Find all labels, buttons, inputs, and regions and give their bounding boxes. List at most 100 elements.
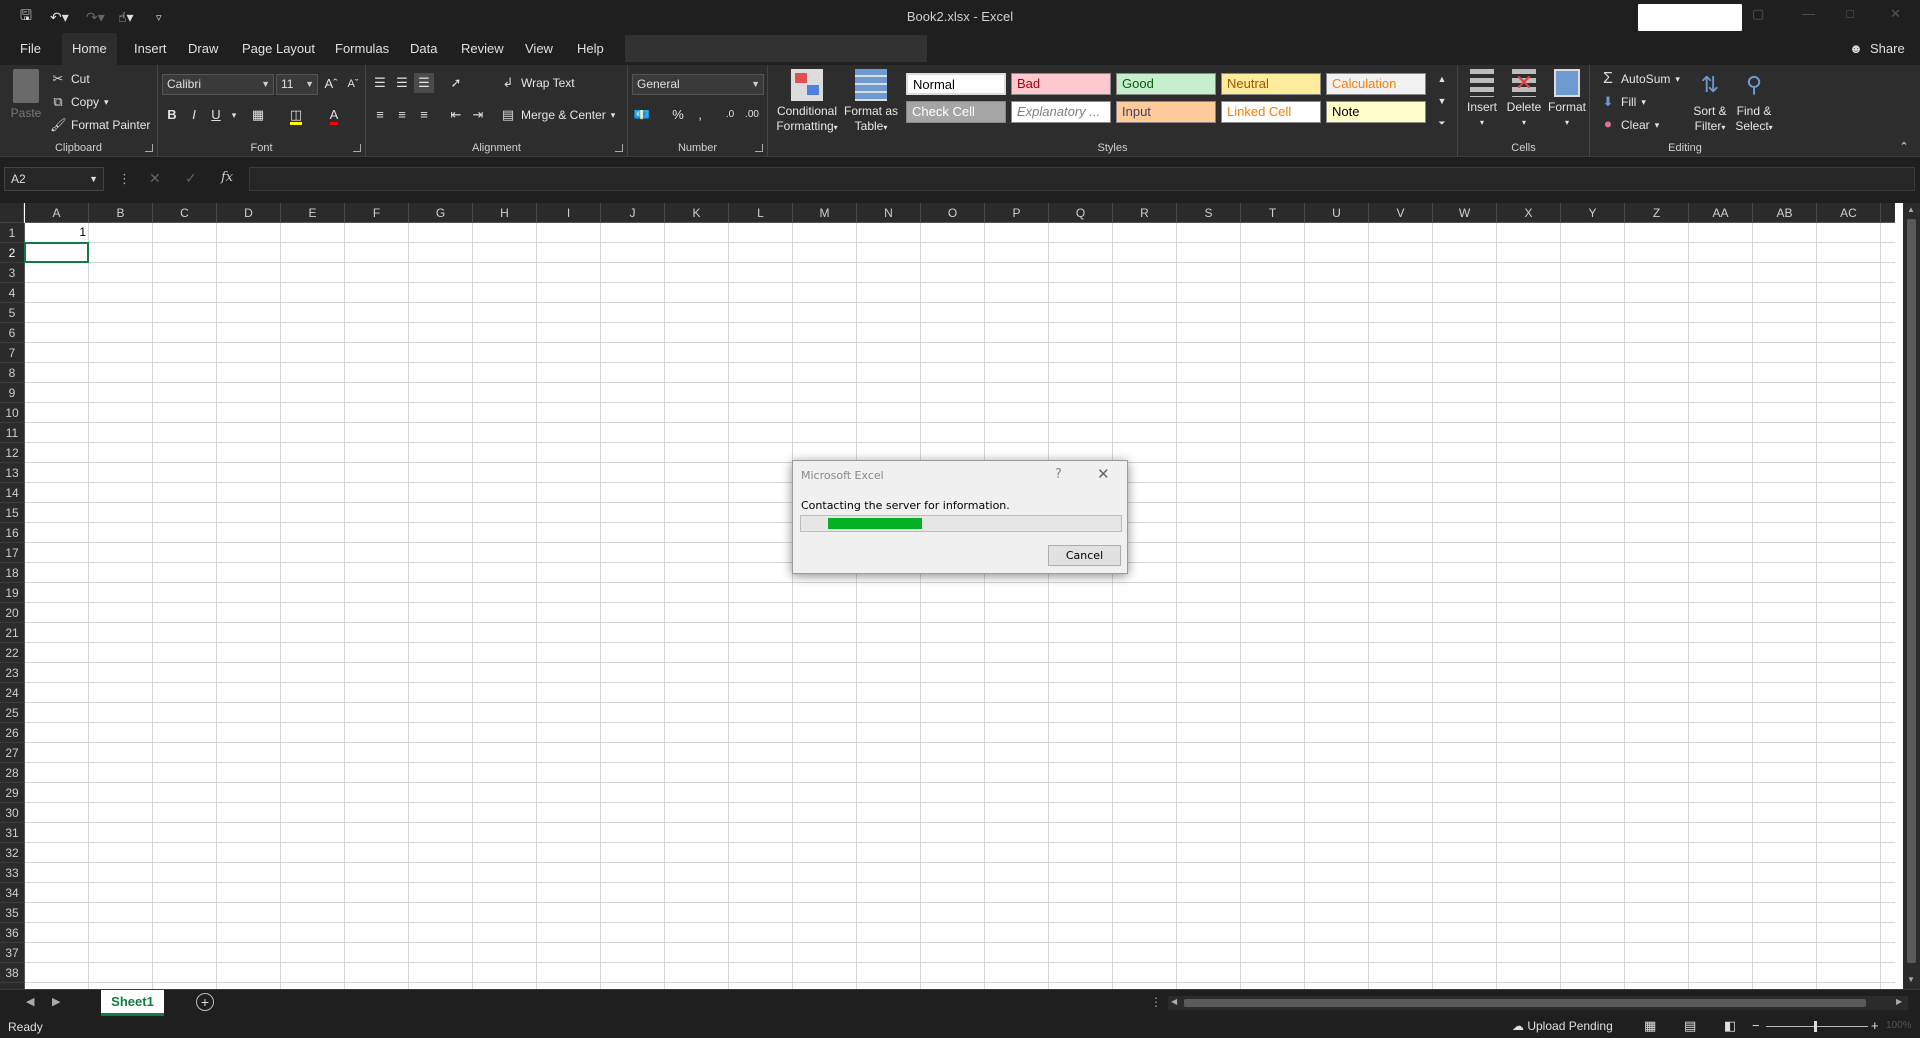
row-header[interactable]: 28: [0, 763, 24, 783]
sheet-tab-sheet1[interactable]: Sheet1: [101, 990, 164, 1016]
row-header[interactable]: 10: [0, 403, 24, 423]
dialog-launcher-icon[interactable]: [755, 144, 763, 152]
row-header[interactable]: 31: [0, 823, 24, 843]
grow-font-icon[interactable]: Aˆ: [321, 74, 341, 94]
share-button[interactable]: ☻ Share: [1848, 33, 1905, 65]
percent-icon[interactable]: %: [668, 105, 688, 125]
row-header[interactable]: 35: [0, 903, 24, 923]
row-header[interactable]: 21: [0, 623, 24, 643]
tab-home[interactable]: Home: [62, 33, 117, 65]
cell-area[interactable]: 1: [24, 223, 1895, 989]
row-header[interactable]: 2: [0, 243, 24, 263]
merge-center-button[interactable]: ▤ Merge & Center ▾: [500, 107, 615, 123]
row-header[interactable]: 30: [0, 803, 24, 823]
confirm-entry-icon[interactable]: ✓: [185, 170, 197, 187]
horizontal-scroll-thumb[interactable]: [1184, 999, 1866, 1007]
accounting-format-icon[interactable]: 💶: [632, 105, 652, 125]
tell-me-search[interactable]: [625, 35, 927, 62]
minimize-icon[interactable]: —: [1802, 6, 1815, 21]
normal-view-icon[interactable]: ▦: [1644, 1018, 1656, 1034]
cancel-entry-icon[interactable]: ✕: [149, 170, 161, 187]
cell-style-good[interactable]: Good: [1116, 73, 1216, 95]
fill-color-icon[interactable]: ◫: [286, 105, 306, 125]
comma-style-icon[interactable]: ,: [690, 105, 710, 125]
zoom-slider-thumb[interactable]: [1814, 1021, 1817, 1032]
row-header[interactable]: 24: [0, 683, 24, 703]
copy-button[interactable]: ⧉ Copy ▾: [50, 94, 108, 110]
column-header[interactable]: U: [1305, 203, 1369, 223]
cell-style-note[interactable]: Note: [1326, 101, 1426, 123]
column-header[interactable]: X: [1497, 203, 1561, 223]
delete-cells-button[interactable]: ✕ Delete ▾: [1504, 69, 1544, 130]
column-header[interactable]: V: [1369, 203, 1433, 223]
row-header[interactable]: 23: [0, 663, 24, 683]
column-header[interactable]: L: [729, 203, 793, 223]
clear-button[interactable]: ⚫ Clear ▾: [1600, 117, 1660, 133]
row-header[interactable]: 25: [0, 703, 24, 723]
column-header[interactable]: K: [665, 203, 729, 223]
prev-sheet-icon[interactable]: ◀: [26, 995, 34, 1008]
sort-filter-button[interactable]: ⇅ Sort & Filter▾: [1690, 69, 1730, 135]
row-header[interactable]: 1: [0, 223, 24, 243]
align-middle-icon[interactable]: ☰: [392, 73, 412, 93]
dialog-launcher-icon[interactable]: [353, 144, 361, 152]
maximize-icon[interactable]: □: [1846, 6, 1854, 21]
row-header[interactable]: 27: [0, 743, 24, 763]
column-header[interactable]: AC: [1817, 203, 1881, 223]
conditional-formatting-button[interactable]: Conditional Formatting▾: [776, 69, 838, 135]
row-header[interactable]: 15: [0, 503, 24, 523]
row-header[interactable]: 12: [0, 443, 24, 463]
dialog-launcher-icon[interactable]: [145, 144, 153, 152]
vertical-scroll-thumb[interactable]: [1907, 219, 1916, 963]
bold-icon[interactable]: B: [162, 105, 182, 125]
tab-help[interactable]: Help: [567, 33, 614, 65]
row-header[interactable]: 19: [0, 583, 24, 603]
borders-icon[interactable]: ▦: [248, 105, 268, 125]
row-header[interactable]: 3: [0, 263, 24, 283]
upload-pending-status[interactable]: ☁ Upload Pending: [1512, 1019, 1613, 1033]
cell-style-check-cell[interactable]: Check Cell: [906, 101, 1006, 123]
tab-formulas[interactable]: Formulas: [325, 33, 399, 65]
row-header[interactable]: 37: [0, 943, 24, 963]
align-right-icon[interactable]: ≡: [414, 105, 434, 125]
row-header[interactable]: 5: [0, 303, 24, 323]
cut-button[interactable]: ✂ Cut: [50, 71, 90, 87]
row-header[interactable]: 8: [0, 363, 24, 383]
font-color-icon[interactable]: A: [324, 105, 344, 125]
increase-indent-icon[interactable]: ⇥: [468, 105, 488, 125]
row-header[interactable]: 33: [0, 863, 24, 883]
wrap-text-button[interactable]: ↲ Wrap Text: [500, 75, 575, 91]
formula-input[interactable]: [249, 167, 1915, 191]
row-header[interactable]: 14: [0, 483, 24, 503]
column-header[interactable]: G: [409, 203, 473, 223]
zoom-out-icon[interactable]: −: [1752, 1018, 1760, 1033]
tab-split-handle-icon[interactable]: ⋮: [1150, 995, 1162, 1009]
column-header[interactable]: N: [857, 203, 921, 223]
align-center-icon[interactable]: ≡: [392, 105, 412, 125]
select-all-corner[interactable]: [0, 203, 24, 223]
column-header[interactable]: E: [281, 203, 345, 223]
cell-style-neutral[interactable]: Neutral: [1221, 73, 1321, 95]
font-name-select[interactable]: Calibri ▼: [162, 74, 274, 95]
cancel-button[interactable]: Cancel: [1048, 545, 1121, 566]
new-sheet-icon[interactable]: +: [196, 993, 214, 1011]
tab-review[interactable]: Review: [451, 33, 514, 65]
column-header[interactable]: J: [601, 203, 665, 223]
column-header[interactable]: B: [89, 203, 153, 223]
column-header[interactable]: M: [793, 203, 857, 223]
find-select-button[interactable]: ⚲ Find & Select▾: [1732, 69, 1776, 135]
page-break-view-icon[interactable]: ◧: [1724, 1018, 1736, 1034]
column-header[interactable]: S: [1177, 203, 1241, 223]
cell-a1[interactable]: 1: [25, 225, 86, 239]
scroll-down-icon[interactable]: ▼: [1907, 975, 1915, 984]
row-header[interactable]: 29: [0, 783, 24, 803]
format-as-table-button[interactable]: Format as Table▾: [844, 69, 898, 135]
row-header[interactable]: 11: [0, 423, 24, 443]
help-icon[interactable]: ?: [1055, 467, 1062, 482]
column-header[interactable]: W: [1433, 203, 1497, 223]
align-bottom-icon[interactable]: ☰: [414, 73, 434, 93]
name-box[interactable]: A2 ▼: [4, 167, 104, 191]
gallery-up-icon[interactable]: ▲: [1432, 69, 1452, 89]
format-cells-button[interactable]: Format ▾: [1546, 69, 1588, 130]
zoom-level[interactable]: 100%: [1886, 1020, 1912, 1031]
